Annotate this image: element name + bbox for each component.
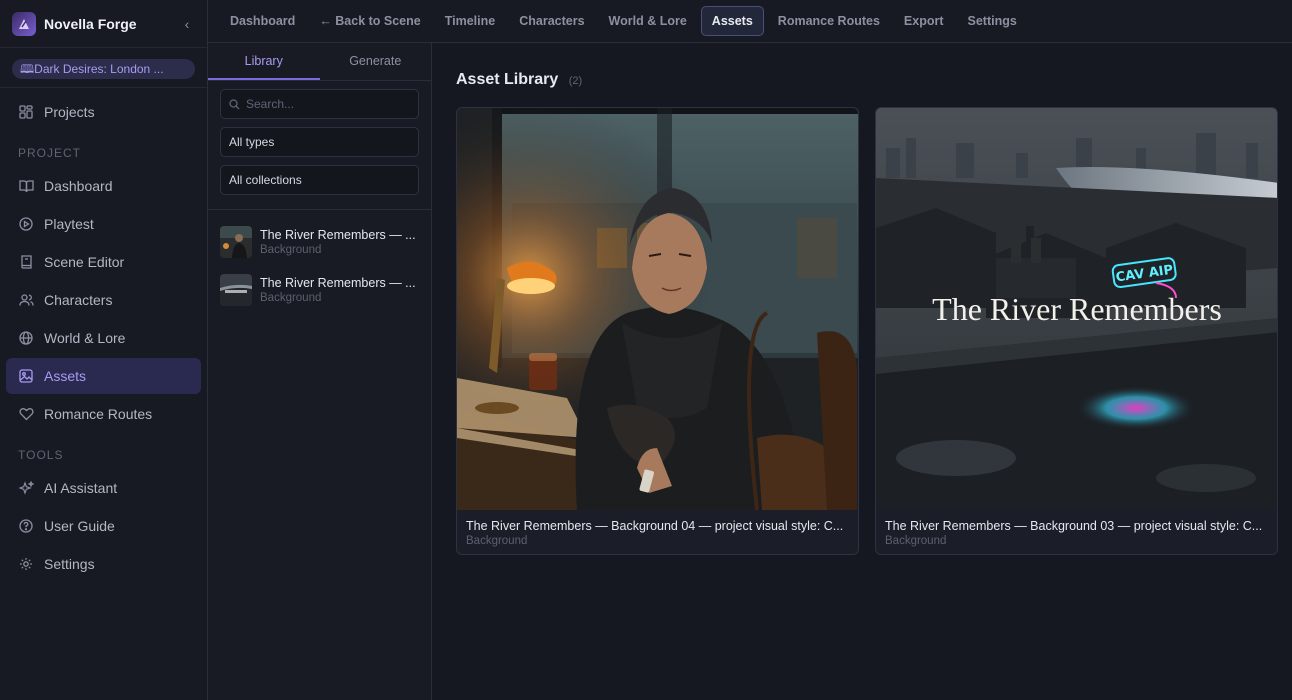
- current-project-pill[interactable]: 🕮Dark Desires: London ...: [12, 59, 195, 79]
- topnav-settings[interactable]: Settings: [958, 7, 1027, 35]
- image-overlay-title: The River Remembers: [932, 291, 1222, 327]
- list-item[interactable]: The River Remembers — ... Background: [208, 218, 431, 266]
- sidebar-item-world-lore[interactable]: World & Lore: [6, 320, 201, 356]
- app-logo-icon: [12, 11, 36, 36]
- asset-type: Background: [260, 292, 322, 304]
- topnav-world-lore[interactable]: World & Lore: [599, 7, 697, 35]
- sidebar-item-label: World & Lore: [44, 330, 126, 346]
- content-area: Library Generate All types All collectio…: [208, 43, 1292, 700]
- book-icon: [18, 254, 34, 270]
- sidebar-item-settings[interactable]: Settings: [6, 546, 201, 582]
- asset-count: (2): [568, 75, 583, 87]
- topnav-assets[interactable]: Assets: [700, 6, 764, 36]
- sidebar-item-label: User Guide: [44, 518, 115, 534]
- sidebar-item-romance-routes[interactable]: Romance Routes: [6, 396, 201, 432]
- page-title: Asset Library: [456, 71, 559, 88]
- topnav-romance-routes[interactable]: Romance Routes: [768, 7, 890, 35]
- gear-icon: [18, 556, 34, 572]
- sidebar-item-label: Settings: [44, 556, 95, 572]
- sidebar-item-characters[interactable]: Characters: [6, 282, 201, 318]
- section-label-tools: TOOLS: [18, 448, 64, 462]
- library-panel: Library Generate All types All collectio…: [208, 43, 432, 700]
- asset-gallery: Asset Library (2) The River Remembers — …: [432, 43, 1292, 700]
- gallery-header: Asset Library (2): [456, 71, 1278, 89]
- book-open-icon: [18, 178, 34, 194]
- asset-card[interactable]: The River Remembers — Background 04 — pr…: [456, 107, 859, 555]
- main-area: Dashboard ← Back to Scene Timeline Chara…: [208, 0, 1292, 700]
- type-filter-value: All types: [229, 135, 275, 149]
- asset-card[interactable]: CAV AIP The River Remembers The River Re…: [875, 107, 1278, 555]
- sidebar-item-scene-editor[interactable]: Scene Editor: [6, 244, 201, 280]
- book-icon: 🕮: [20, 62, 35, 76]
- search-field[interactable]: [220, 89, 419, 119]
- top-nav: Dashboard ← Back to Scene Timeline Chara…: [208, 0, 1292, 43]
- tab-library[interactable]: Library: [208, 43, 320, 80]
- sidebar-item-ai-assistant[interactable]: AI Assistant: [6, 470, 201, 506]
- topnav-timeline[interactable]: Timeline: [435, 7, 505, 35]
- heart-icon: [18, 406, 34, 422]
- topnav-dashboard[interactable]: Dashboard: [220, 7, 305, 35]
- sidebar-item-label: Playtest: [44, 216, 94, 232]
- grid-icon: [18, 104, 34, 120]
- sidebar: Novella Forge ‹ 🕮Dark Desires: London ..…: [0, 0, 208, 700]
- asset-title: The River Remembers — ...: [260, 276, 416, 290]
- asset-grid: The River Remembers — Background 04 — pr…: [456, 107, 1278, 555]
- sidebar-item-projects[interactable]: Projects: [6, 94, 201, 130]
- type-filter-select[interactable]: All types: [220, 127, 419, 157]
- asset-title: The River Remembers — Background 04 — pr…: [466, 519, 844, 533]
- asset-thumbnail: [220, 274, 252, 306]
- collection-filter-select[interactable]: All collections: [220, 165, 419, 195]
- sparkles-icon: [18, 480, 34, 496]
- globe-icon: [18, 330, 34, 346]
- sidebar-item-label: AI Assistant: [44, 480, 118, 496]
- tab-generate[interactable]: Generate: [320, 43, 432, 80]
- sidebar-item-label: Characters: [44, 292, 113, 308]
- asset-type: Background: [885, 535, 947, 547]
- sidebar-item-playtest[interactable]: Playtest: [6, 206, 201, 242]
- panel-tabs: Library Generate: [208, 43, 431, 81]
- topnav-characters[interactable]: Characters: [509, 7, 594, 35]
- sidebar-item-dashboard[interactable]: Dashboard: [6, 168, 201, 204]
- project-pill-label: Dark Desires: London ...: [34, 62, 164, 76]
- asset-title: The River Remembers — Background 03 — pr…: [885, 519, 1263, 533]
- image-icon: [18, 368, 34, 384]
- brand-header: Novella Forge ‹: [0, 0, 207, 48]
- sidebar-item-label: Dashboard: [44, 178, 113, 194]
- asset-type: Background: [260, 244, 322, 256]
- help-circle-icon: [18, 518, 34, 534]
- sidebar-item-label: Scene Editor: [44, 254, 125, 270]
- asset-image: [457, 108, 858, 510]
- sidebar-nav: Projects PROJECT Dashboard Playtest Scen…: [0, 88, 207, 582]
- users-icon: [18, 292, 34, 308]
- search-input[interactable]: [246, 97, 396, 111]
- list-item[interactable]: The River Remembers — ... Background: [208, 266, 431, 314]
- sidebar-item-assets[interactable]: Assets: [6, 358, 201, 394]
- app-root: Novella Forge ‹ 🕮Dark Desires: London ..…: [0, 0, 1292, 700]
- asset-list: The River Remembers — ... Background The…: [208, 209, 431, 314]
- collapse-sidebar-icon[interactable]: ‹: [179, 16, 195, 32]
- asset-title: The River Remembers — ...: [260, 228, 416, 242]
- sidebar-item-label: Romance Routes: [44, 406, 153, 422]
- section-label-project: PROJECT: [18, 146, 82, 160]
- sidebar-item-user-guide[interactable]: User Guide: [6, 508, 201, 544]
- asset-card-meta: The River Remembers — Background 04 — pr…: [457, 510, 858, 554]
- topnav-export[interactable]: Export: [894, 7, 954, 35]
- topnav-back-to-scene[interactable]: ← Back to Scene: [309, 7, 430, 35]
- asset-card-meta: The River Remembers — Background 03 — pr…: [876, 510, 1277, 554]
- asset-thumbnail: [220, 226, 252, 258]
- app-name: Novella Forge: [44, 15, 137, 32]
- asset-image: CAV AIP The River Remembers: [876, 108, 1277, 510]
- sidebar-item-label: Projects: [44, 104, 95, 120]
- search-icon: [229, 98, 240, 110]
- collection-filter-value: All collections: [229, 173, 302, 187]
- sidebar-item-label: Assets: [44, 368, 87, 384]
- play-circle-icon: [18, 216, 34, 232]
- asset-type: Background: [466, 535, 528, 547]
